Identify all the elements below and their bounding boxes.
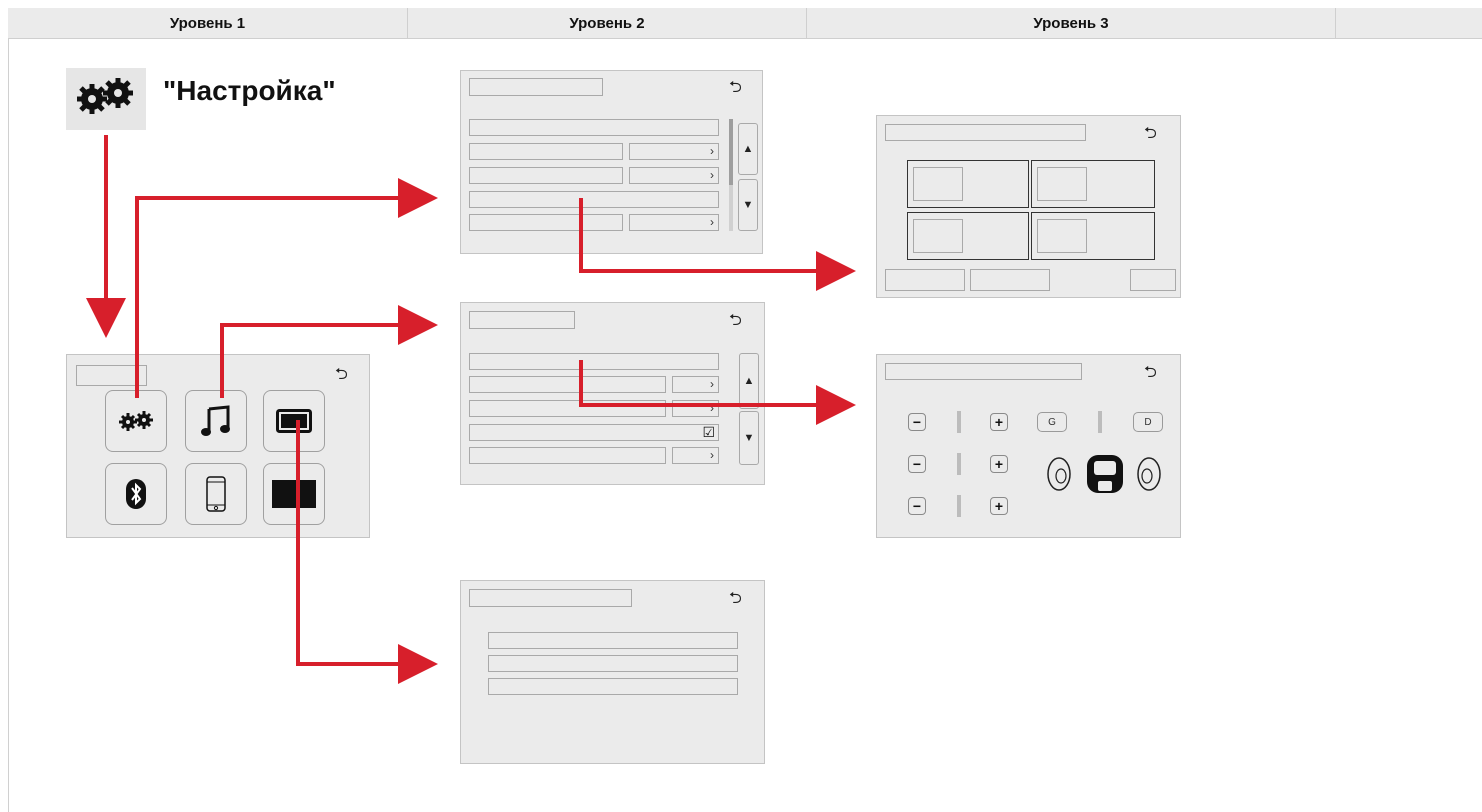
list-row[interactable] — [469, 143, 623, 160]
chevron-right-icon: › — [710, 448, 714, 462]
scroll-up-button[interactable]: ▲ — [739, 353, 759, 409]
header-filler — [1336, 8, 1482, 38]
chevron-right-icon: › — [710, 215, 714, 229]
footer-button[interactable] — [1130, 269, 1176, 291]
column-header-level-1: Уровень 1 — [8, 8, 408, 38]
list-row[interactable] — [469, 353, 719, 370]
back-icon[interactable]: ⮌ — [1144, 126, 1157, 142]
decrease-button[interactable]: − — [908, 497, 926, 515]
list-row[interactable] — [469, 167, 623, 184]
bluetooth-tile[interactable] — [105, 463, 167, 525]
scroll-down-button[interactable]: ▼ — [739, 411, 759, 465]
scrollbar-thumb[interactable] — [729, 119, 733, 185]
screen-title-bar — [885, 124, 1086, 141]
main-menu-screen: ⮌ — [66, 354, 370, 538]
chevron-right-icon: › — [710, 144, 714, 158]
back-icon[interactable]: ⮌ — [729, 80, 742, 96]
settings-title: "Настройка" — [163, 75, 336, 106]
preset-thumbnail — [1037, 167, 1087, 201]
sound-balance-screen: ⮌ − + − + − + G D — [876, 354, 1181, 538]
black-screen-icon — [272, 480, 316, 508]
bluetooth-icon — [126, 479, 146, 509]
screen-title-bar — [885, 363, 1082, 380]
list-row[interactable] — [469, 119, 719, 136]
preset-thumbnail — [913, 167, 963, 201]
list-row[interactable] — [469, 447, 666, 464]
black-screen-tile[interactable] — [263, 463, 325, 525]
list-row[interactable] — [469, 214, 623, 231]
list-row[interactable] — [488, 632, 738, 649]
list-row[interactable] — [469, 191, 719, 208]
chevron-right-icon: › — [710, 377, 714, 391]
value-selector[interactable]: › — [629, 143, 719, 160]
footer-button[interactable] — [970, 269, 1050, 291]
ambience-presets-screen: ⮌ — [876, 115, 1181, 298]
preset-box[interactable] — [1031, 160, 1155, 208]
preset-thumbnail — [1037, 219, 1087, 253]
screen-title-bar — [469, 589, 632, 607]
back-icon[interactable]: ⮌ — [729, 591, 742, 607]
increase-button[interactable]: + — [990, 413, 1008, 431]
display-settings-screen: ⮌ — [460, 580, 765, 764]
decrease-button[interactable]: − — [908, 413, 926, 431]
balance-slider[interactable] — [1098, 411, 1102, 433]
footer-button[interactable] — [885, 269, 965, 291]
chevron-right-icon: › — [710, 401, 714, 415]
balance-right-button[interactable]: D — [1133, 412, 1163, 432]
settings-list-screen-a: ⮌ › › › ▲ ▼ — [460, 70, 763, 254]
preset-box[interactable] — [907, 160, 1029, 208]
frame-left-border — [8, 38, 9, 812]
scroll-up-button[interactable]: ▲ — [738, 123, 758, 175]
preset-box[interactable] — [907, 212, 1029, 260]
display-icon — [276, 409, 312, 433]
phone-tile[interactable] — [185, 463, 247, 525]
column-header-level-3: Уровень 3 — [807, 8, 1336, 38]
column-header-level-2: Уровень 2 — [408, 8, 807, 38]
decrease-button[interactable]: − — [908, 455, 926, 473]
chevron-right-icon: › — [710, 168, 714, 182]
level-slider[interactable] — [957, 453, 961, 475]
list-row[interactable] — [488, 678, 738, 695]
settings-tile[interactable] — [105, 390, 167, 452]
back-icon[interactable]: ⮌ — [335, 367, 348, 383]
screen-title-bar — [469, 78, 603, 96]
level-slider[interactable] — [957, 411, 961, 433]
music-note-icon — [201, 405, 230, 436]
list-row[interactable] — [469, 376, 666, 393]
value-selector[interactable]: › — [672, 376, 719, 393]
car-speakers-icon — [1047, 455, 1161, 493]
preset-thumbnail — [913, 219, 963, 253]
screen-title-bar — [76, 365, 147, 386]
scroll-down-button[interactable]: ▼ — [738, 179, 758, 231]
preset-box[interactable] — [1031, 212, 1155, 260]
screen-title-bar — [469, 311, 575, 329]
value-selector[interactable]: › — [629, 214, 719, 231]
list-row[interactable] — [488, 655, 738, 672]
increase-button[interactable]: + — [990, 455, 1008, 473]
value-selector[interactable]: › — [672, 447, 719, 464]
checkbox-checked-icon[interactable]: ☑ — [702, 424, 715, 441]
value-selector[interactable]: › — [672, 400, 719, 417]
audio-settings-screen: ⮌ › › ☑ › ▲ ▼ — [460, 302, 765, 485]
display-tile[interactable] — [263, 390, 325, 452]
phone-icon — [206, 476, 226, 512]
value-selector[interactable]: › — [629, 167, 719, 184]
checkbox-row[interactable]: ☑ — [469, 424, 719, 441]
gears-icon — [119, 411, 153, 431]
list-row[interactable] — [469, 400, 666, 417]
increase-button[interactable]: + — [990, 497, 1008, 515]
back-icon[interactable]: ⮌ — [729, 313, 742, 329]
header-bar: Уровень 1 Уровень 2 Уровень 3 — [8, 8, 1482, 39]
back-icon[interactable]: ⮌ — [1144, 365, 1157, 381]
level-slider[interactable] — [957, 495, 961, 517]
balance-left-button[interactable]: G — [1037, 412, 1067, 432]
audio-tile[interactable] — [185, 390, 247, 452]
settings-gears-icon — [66, 68, 146, 130]
